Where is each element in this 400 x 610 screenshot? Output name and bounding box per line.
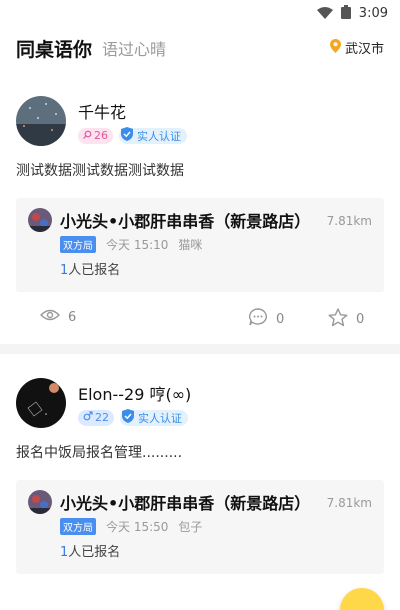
- floating-action-button[interactable]: [340, 588, 384, 610]
- post-text: 报名中饭局报名管理.........: [16, 445, 183, 461]
- eye-icon: [40, 308, 60, 326]
- like-button[interactable]: 0: [328, 308, 364, 331]
- gender-age-badge: 22: [78, 409, 114, 426]
- verified-label: 实人认证: [137, 129, 181, 143]
- comment-icon: [248, 308, 268, 330]
- post-actions: 6 0 0: [16, 292, 384, 344]
- event-title: 小光头•小郡肝串串香（新景路店）: [60, 212, 311, 231]
- user-info: 千牛花 26 实人认证: [78, 99, 187, 144]
- wifi-icon: [316, 4, 333, 23]
- battery-icon: [340, 4, 351, 23]
- verified-label: 实人认证: [138, 411, 182, 425]
- user-age: 22: [95, 411, 109, 424]
- event-pet: 包子: [178, 520, 203, 534]
- event-meta: 双方局 今天 15:50 包子: [60, 518, 372, 535]
- post-card[interactable]: Elon--29 哼(∞) 22 实人认证 报名中饭局报名管理.........: [0, 354, 400, 574]
- signup-count: 1人已报名: [60, 259, 372, 278]
- shield-check-icon: [119, 126, 135, 145]
- user-row: 千牛花 26 实人认证: [16, 70, 384, 146]
- event-header: 小光头•小郡肝串串香（新景路店）: [28, 208, 372, 232]
- user-row: Elon--29 哼(∞) 22 实人认证: [16, 354, 384, 428]
- status-bar: 3:09: [0, 0, 400, 26]
- post-card[interactable]: 千牛花 26 实人认证 测试数据测试数据测试数据 小光头•小郡肝串串香（新景路店…: [0, 70, 400, 344]
- location-label: 武汉市: [344, 42, 384, 57]
- event-pet: 猫咪: [178, 238, 203, 252]
- user-name[interactable]: 千牛花: [78, 99, 187, 123]
- user-info: Elon--29 哼(∞) 22 实人认证: [78, 381, 191, 426]
- user-name[interactable]: Elon--29 哼(∞): [78, 381, 191, 405]
- event-card[interactable]: 小光头•小郡肝串串香（新景路店） 7.81km 双方局 今天 15:50 包子 …: [16, 480, 384, 574]
- location-pin-icon: [329, 38, 341, 57]
- verified-badge: 实人认证: [119, 126, 187, 145]
- app-header: 同桌语你 语过心晴 武汉市: [0, 26, 400, 70]
- event-thumbnail: [28, 490, 52, 514]
- avatar[interactable]: [16, 378, 66, 428]
- views-count: 6: [68, 309, 77, 325]
- likes-count: 0: [356, 312, 365, 327]
- comments-count: 0: [276, 311, 285, 327]
- post-text: 测试数据测试数据测试数据: [16, 163, 184, 179]
- event-distance: 7.81km: [326, 496, 372, 510]
- event-time: 今天 15:10: [106, 238, 169, 252]
- star-icon: [328, 308, 348, 331]
- status-time: 3:09: [358, 5, 388, 21]
- user-age: 26: [94, 129, 108, 142]
- views-action: 6: [40, 308, 76, 326]
- gender-age-badge: 26: [78, 127, 113, 144]
- app-title: 同桌语你: [16, 38, 93, 61]
- app-subtitle: 语过心晴: [102, 40, 167, 59]
- event-type-tag: 双方局: [60, 518, 96, 535]
- event-distance: 7.81km: [326, 214, 372, 228]
- location-selector[interactable]: 武汉市: [329, 38, 384, 57]
- event-card[interactable]: 小光头•小郡肝串串香（新景路店） 7.81km 双方局 今天 15:10 猫咪 …: [16, 198, 384, 292]
- event-header: 小光头•小郡肝串串香（新景路店）: [28, 490, 372, 514]
- signup-suffix: 人已报名: [68, 263, 121, 278]
- event-thumbnail: [28, 208, 52, 232]
- event-type-tag: 双方局: [60, 236, 96, 253]
- user-badges: 26 实人认证: [78, 126, 187, 145]
- comment-button[interactable]: 0: [248, 308, 284, 330]
- male-icon: [83, 411, 93, 424]
- post-divider: [0, 344, 400, 354]
- event-time: 今天 15:50: [106, 520, 169, 534]
- user-badges: 22 实人认证: [78, 408, 191, 427]
- avatar[interactable]: [16, 96, 66, 146]
- event-meta: 双方局 今天 15:10 猫咪: [60, 236, 372, 253]
- shield-check-icon: [120, 408, 136, 427]
- signup-suffix: 人已报名: [68, 545, 121, 560]
- verified-badge: 实人认证: [120, 408, 188, 427]
- event-title: 小光头•小郡肝串串香（新景路店）: [60, 494, 311, 513]
- female-icon: [83, 129, 92, 142]
- signup-count: 1人已报名: [60, 541, 372, 560]
